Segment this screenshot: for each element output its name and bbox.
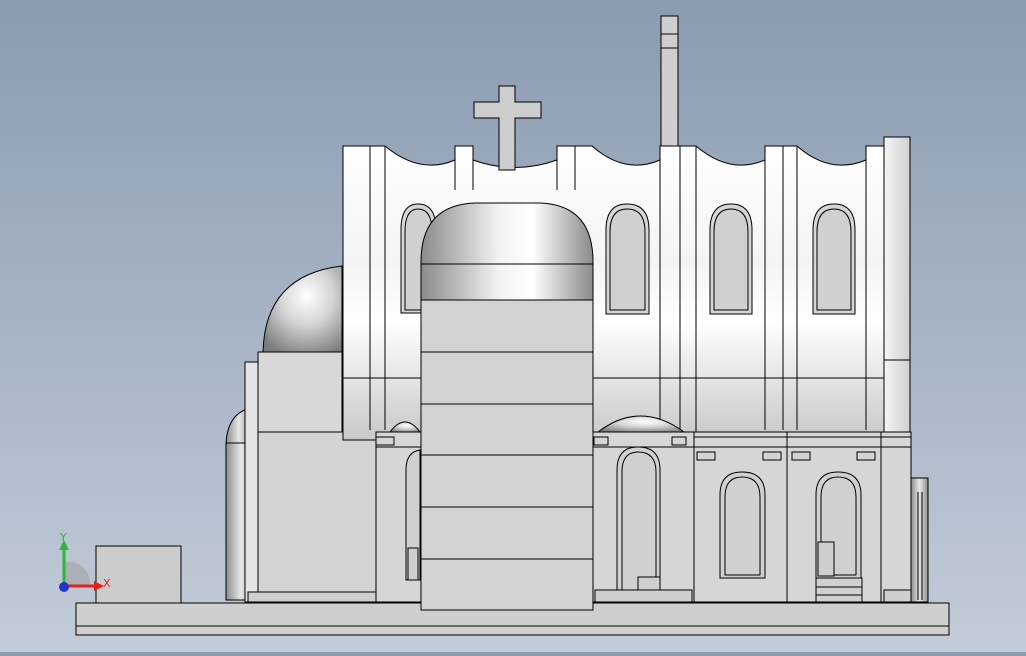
bell-tower-post (660, 15, 679, 147)
cad-viewport[interactable] (0, 0, 1026, 652)
center-tower (420, 202, 594, 611)
triad-arc (64, 561, 91, 586)
coordinate-triad: Y X (52, 530, 122, 600)
window (609, 208, 646, 311)
model-render (75, 15, 950, 636)
x-axis-label: X (103, 577, 111, 590)
cross (473, 85, 542, 171)
window (816, 208, 852, 311)
y-axis-label: Y (59, 531, 67, 544)
arch-door (616, 446, 661, 591)
window (713, 208, 749, 311)
z-axis-dot (59, 582, 69, 592)
